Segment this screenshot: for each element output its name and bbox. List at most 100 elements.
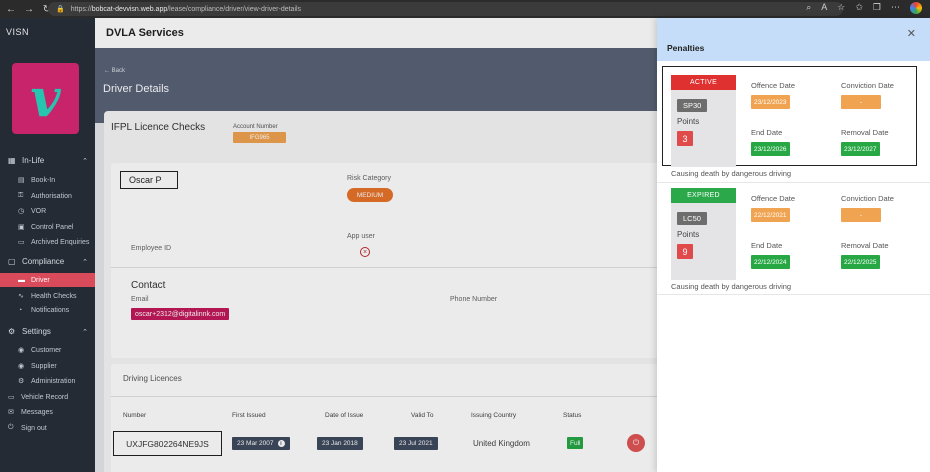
sidebar-item-label: Customer [31, 346, 62, 354]
search-icon[interactable]: ⌕ [806, 2, 811, 14]
offence-date-value: 23/12/2023 [751, 95, 790, 109]
settings-icon: ⚙ [8, 327, 16, 336]
sidebar: VISN v ▦ In-Life ⌃ ▤ Book-In ⚿ Authorisati… [0, 18, 95, 472]
sidebar-item-label: Book-In [31, 176, 56, 184]
sidebar-item-customer[interactable]: ◉ Customer [18, 346, 62, 355]
conviction-date-label: Conviction Date [841, 81, 894, 90]
collections-icon[interactable]: ❐ [873, 2, 881, 14]
end-date-value: 22/12/2024 [751, 255, 790, 269]
penalty-state-badge: EXPIRED [671, 188, 736, 203]
panel-icon: ▣ [18, 224, 25, 231]
sidebar-item-health-checks[interactable]: ∿ Health Checks [18, 292, 77, 301]
mail-icon: ✉ [8, 409, 14, 416]
sidebar-item-supplier[interactable]: ◉ Supplier [18, 362, 57, 371]
end-date-label: End Date [751, 128, 783, 137]
penalty-summary: ACTIVE SP30 Points 3 [671, 75, 736, 167]
close-icon[interactable]: ✕ [907, 27, 916, 40]
sidebar-item-archived-enquiries[interactable]: ▭ Archived Enquiries [18, 238, 90, 247]
sidebar-item-label: Administration [31, 377, 76, 385]
address-bar[interactable]: 🔒 https://bobcat-devvisn.web.app/lease/c… [48, 2, 843, 16]
sidebar-section-label: Compliance [22, 257, 65, 266]
offence-date-value: 22/12/2021 [751, 208, 790, 222]
url-prefix: https:// [70, 5, 92, 13]
grid-icon: ▦ [8, 156, 16, 165]
sidebar-item-authorisation[interactable]: ⚿ Authorisation [18, 192, 72, 200]
read-aloud-icon[interactable]: A [821, 2, 827, 14]
archive-icon: ▭ [18, 239, 25, 246]
penalty-description: Causing death by dangerous driving [671, 169, 792, 178]
sidebar-item-vor[interactable]: ◷ VOR [18, 207, 47, 216]
points-value: 9 [677, 244, 693, 259]
favorite-star-icon[interactable]: ☆ [837, 2, 845, 14]
folder-icon: ▢ [8, 257, 16, 266]
penalties-header: Penalties ✕ [657, 18, 930, 61]
sidebar-item-label: Vehicle Record [21, 393, 69, 401]
sidebar-item-label: VOR [31, 207, 47, 215]
power-icon: ⏻ [8, 424, 14, 431]
sidebar-item-label: Driver [31, 276, 50, 284]
removal-date-label: Removal Date [841, 128, 889, 137]
logo-letter: v [30, 67, 61, 129]
removal-date-label: Removal Date [841, 241, 889, 250]
sidebar-item-driver[interactable]: ▬ Driver [0, 273, 95, 287]
gear-icon: ⚙ [18, 378, 25, 385]
sidebar-item-control-panel[interactable]: ▣ Control Panel [18, 223, 74, 232]
browser-toolbar: ← → ↻ 🔒 https://bobcat-devvisn.web.app/l… [0, 0, 930, 18]
sidebar-item-label: Health Checks [31, 292, 77, 300]
sidebar-section-compliance[interactable]: ▢ Compliance ⌃ [8, 257, 88, 266]
sidebar-section-label: In-Life [22, 156, 45, 165]
penalty-description: Causing death by dangerous driving [671, 282, 792, 291]
sidebar-item-label: Notifications [31, 307, 70, 314]
end-date-label: End Date [751, 241, 783, 250]
sidebar-item-label: Messages [21, 408, 53, 416]
sidebar-item-label: Archived Enquiries [31, 238, 90, 246]
penalty-code: SP30 [677, 99, 708, 112]
sidebar-section-in-life[interactable]: ▦ In-Life ⌃ [8, 156, 88, 165]
sidebar-item-book-in[interactable]: ▤ Book-In [18, 176, 56, 185]
sidebar-item-label: Control Panel [31, 223, 74, 231]
removal-date-value: 23/12/2027 [841, 142, 880, 156]
chevron-up-icon: ⌃ [82, 328, 88, 336]
pulse-icon: ∿ [18, 293, 24, 300]
conviction-date-value: - [841, 95, 881, 109]
sidebar-section-label: Settings [22, 327, 51, 336]
penalties-title: Penalties [667, 43, 705, 53]
url-path: /lease/compliance/driver/view-driver-det… [167, 5, 302, 13]
offence-date-label: Offence Date [751, 81, 796, 90]
back-arrow-icon[interactable]: ← [4, 2, 18, 16]
user-icon: ◉ [18, 347, 25, 354]
calendar-icon: ▤ [18, 177, 25, 184]
overlay-backdrop[interactable] [95, 18, 657, 472]
sidebar-section-settings[interactable]: ⚙ Settings ⌃ [8, 327, 88, 336]
conviction-date-label: Conviction Date [841, 194, 894, 203]
profile-avatar[interactable] [910, 2, 922, 14]
bell-icon: ◔ [18, 307, 23, 314]
clock-icon: ◷ [18, 208, 25, 215]
extensions-icon[interactable]: ⋯ [891, 2, 900, 14]
points-label: Points [677, 117, 700, 126]
chevron-up-icon: ⌃ [82, 157, 88, 165]
points-label: Points [677, 230, 700, 239]
sidebar-item-vehicle-record[interactable]: ▭ Vehicle Record [8, 393, 69, 402]
removal-date-value: 22/12/2025 [841, 255, 880, 269]
chevron-up-icon: ⌃ [82, 258, 88, 266]
points-value: 3 [677, 131, 693, 146]
penalty-code: LC50 [677, 212, 707, 225]
divider [657, 182, 930, 183]
forward-arrow-icon[interactable]: → [22, 2, 36, 16]
main-content: DVLA Services ← Back Driver Details IFPL… [95, 18, 657, 472]
sidebar-item-label: Sign out [21, 424, 47, 432]
sidebar-item-messages[interactable]: ✉ Messages [8, 408, 53, 417]
divider [657, 294, 930, 295]
favorites-icon[interactable]: ✩ [855, 2, 863, 14]
penalty-state-badge: ACTIVE [671, 75, 736, 90]
offence-date-label: Offence Date [751, 194, 796, 203]
end-date-value: 23/12/2026 [751, 142, 790, 156]
sidebar-item-sign-out[interactable]: ⏻ Sign out [8, 424, 47, 432]
key-icon: ⚿ [18, 192, 24, 199]
driver-icon: ▬ [18, 276, 25, 284]
sidebar-item-notifications[interactable]: ◔ Notifications [18, 307, 69, 314]
app-logo: v [12, 63, 79, 134]
sidebar-item-administration[interactable]: ⚙ Administration [18, 377, 76, 386]
penalties-panel: Penalties ✕ ACTIVE SP30 Points 3 Offence… [657, 18, 930, 472]
